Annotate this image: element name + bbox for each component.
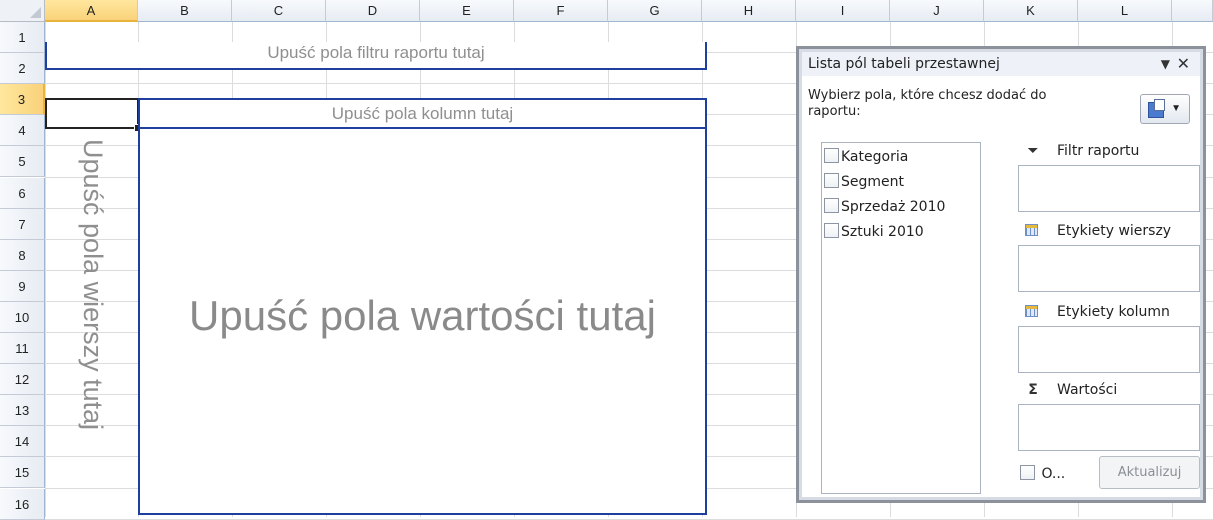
row-header-10[interactable]: 10 bbox=[0, 301, 45, 333]
row-header-11[interactable]: 11 bbox=[0, 333, 45, 365]
row-labels-icon bbox=[1025, 224, 1038, 236]
column-header-k[interactable]: K bbox=[984, 0, 1078, 22]
row-header-7[interactable]: 7 bbox=[0, 208, 45, 240]
report-filter-area[interactable] bbox=[1018, 165, 1200, 212]
field-item-sztuki-2010[interactable]: Sztuki 2010 bbox=[824, 220, 924, 244]
field-label: Sprzedaż 2010 bbox=[841, 199, 946, 215]
area-label-text: Wartości bbox=[1057, 382, 1118, 398]
row-labels-area[interactable] bbox=[1018, 245, 1200, 292]
panel-title-bar[interactable]: Lista pól tabeli przestawnej ▼ ✕ bbox=[802, 52, 1200, 76]
field-label: Segment bbox=[841, 174, 904, 190]
column-labels-area[interactable] bbox=[1018, 326, 1200, 373]
area-label-text: Filtr raportu bbox=[1057, 143, 1140, 159]
column-header-e[interactable]: E bbox=[420, 0, 514, 22]
row-labels-drop-text: Upuść pola wierszy tutaj bbox=[78, 139, 108, 431]
field-item-sprzedaz-2010[interactable]: Sprzedaż 2010 bbox=[824, 195, 945, 219]
panel-menu-dropdown-icon[interactable]: ▼ bbox=[1161, 52, 1170, 76]
row-header-9[interactable]: 9 bbox=[0, 270, 45, 302]
update-button[interactable]: Aktualizuj bbox=[1099, 456, 1200, 489]
values-drop-text: Upuść pola wartości tutaj bbox=[189, 292, 656, 339]
panel-title: Lista pól tabeli przestawnej bbox=[808, 56, 1000, 72]
row-header-13[interactable]: 13 bbox=[0, 395, 45, 427]
field-checkbox[interactable] bbox=[824, 223, 839, 238]
values-drop-zone[interactable]: Upuść pola wartości tutaj bbox=[138, 127, 707, 515]
column-header-overflow bbox=[1172, 0, 1213, 22]
field-list: Kategoria Segment Sprzedaż 2010 Sztuki 2… bbox=[821, 142, 981, 494]
row-header-16[interactable]: 16 bbox=[0, 488, 45, 520]
row-header-15[interactable]: 15 bbox=[0, 457, 45, 489]
report-filter-drop-zone[interactable]: Upuść pola filtru raportu tutaj bbox=[45, 42, 707, 70]
active-cell-a3[interactable] bbox=[45, 98, 139, 129]
field-label: Kategoria bbox=[841, 149, 909, 165]
filter-funnel-icon: ⏷ bbox=[1027, 143, 1039, 159]
area-label-report-filter: ⏷ Filtr raportu bbox=[1025, 142, 1139, 160]
row-header-5[interactable]: 5 bbox=[0, 146, 45, 178]
column-header-h[interactable]: H bbox=[702, 0, 796, 22]
select-all-triangle-icon bbox=[30, 7, 41, 18]
panel-close-icon[interactable]: ✕ bbox=[1177, 52, 1190, 76]
column-header-c[interactable]: C bbox=[232, 0, 326, 22]
field-checkbox[interactable] bbox=[824, 173, 839, 188]
column-header-f[interactable]: F bbox=[514, 0, 608, 22]
defer-layout-update[interactable]: O... bbox=[1020, 465, 1065, 482]
row-labels-drop-zone[interactable]: Upuść pola wierszy tutaj bbox=[45, 127, 140, 515]
area-label-values: Σ Wartości bbox=[1025, 381, 1117, 399]
row-header-4[interactable]: 4 bbox=[0, 115, 45, 147]
pivot-field-list-panel-body: Lista pól tabeli przestawnej ▼ ✕ Wybierz… bbox=[802, 52, 1200, 497]
area-label-row-labels: Etykiety wierszy bbox=[1025, 222, 1171, 240]
area-label-text: Etykiety wierszy bbox=[1057, 223, 1172, 239]
column-labels-drop-text: Upuść pola kolumn tutaj bbox=[331, 104, 514, 123]
row-header-1[interactable]: 1 bbox=[0, 22, 45, 54]
field-list-instruction: Wybierz pola, które chcesz dodać do rapo… bbox=[808, 88, 1047, 119]
report-filter-drop-text: Upuść pola filtru raportu tutaj bbox=[267, 43, 485, 62]
column-header-g[interactable]: G bbox=[608, 0, 702, 22]
values-area[interactable] bbox=[1018, 404, 1200, 451]
grid-horizontal-line bbox=[45, 518, 1213, 520]
column-labels-drop-zone[interactable]: Upuść pola kolumn tutaj bbox=[138, 98, 707, 129]
column-header-i[interactable]: I bbox=[796, 0, 890, 22]
area-label-text: Etykiety kolumn bbox=[1057, 304, 1170, 320]
row-header-2[interactable]: 2 bbox=[0, 53, 45, 85]
defer-layout-checkbox[interactable] bbox=[1020, 465, 1035, 480]
pivot-field-list-panel: Lista pól tabeli przestawnej ▼ ✕ Wybierz… bbox=[796, 46, 1206, 503]
sigma-icon: Σ bbox=[1028, 382, 1038, 398]
field-list-layout-button[interactable]: ▼ bbox=[1140, 94, 1190, 124]
row-header-8[interactable]: 8 bbox=[0, 239, 45, 271]
chevron-down-icon: ▼ bbox=[1171, 103, 1181, 114]
field-checkbox[interactable] bbox=[824, 198, 839, 213]
area-label-column-labels: Etykiety kolumn bbox=[1025, 303, 1170, 321]
field-list-layout-icon bbox=[1148, 99, 1165, 118]
row-header-12[interactable]: 12 bbox=[0, 364, 45, 396]
row-header-14[interactable]: 14 bbox=[0, 426, 45, 458]
defer-layout-label: O... bbox=[1041, 466, 1066, 482]
field-label: Sztuki 2010 bbox=[841, 224, 924, 240]
column-header-j[interactable]: J bbox=[890, 0, 984, 22]
row-header-6[interactable]: 6 bbox=[0, 177, 45, 209]
field-item-kategoria[interactable]: Kategoria bbox=[824, 145, 908, 169]
column-header-d[interactable]: D bbox=[326, 0, 420, 22]
column-labels-icon bbox=[1025, 305, 1038, 317]
select-all-corner[interactable] bbox=[0, 0, 45, 22]
row-header-3[interactable]: 3 bbox=[0, 84, 45, 116]
column-header-a[interactable]: A bbox=[45, 0, 138, 22]
field-item-segment[interactable]: Segment bbox=[824, 170, 904, 194]
column-header-l[interactable]: L bbox=[1078, 0, 1172, 22]
field-checkbox[interactable] bbox=[824, 148, 839, 163]
column-header-b[interactable]: B bbox=[138, 0, 232, 22]
